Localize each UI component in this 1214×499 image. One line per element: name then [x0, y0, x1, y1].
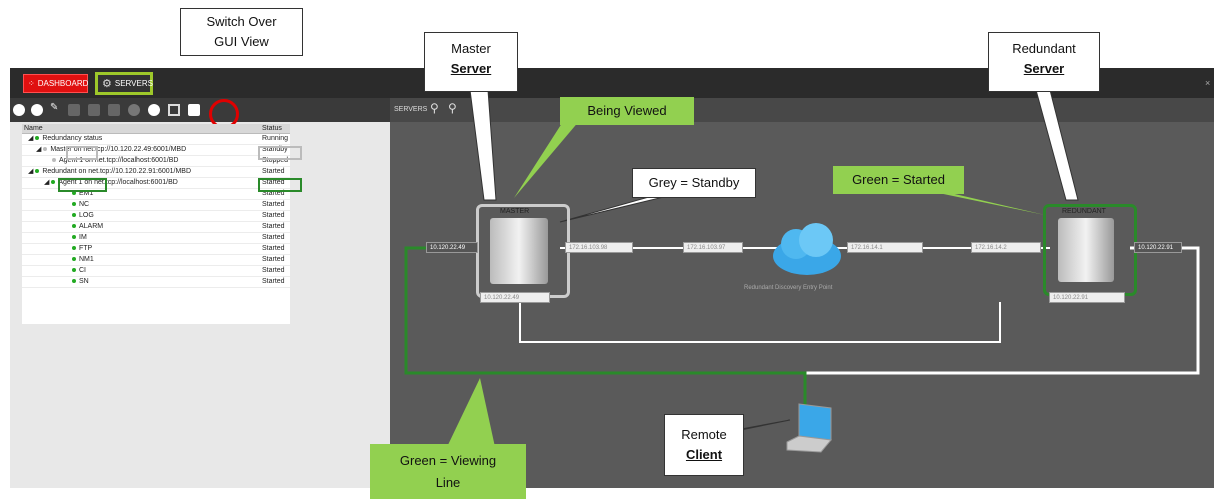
ip-mid-right: 172.16.14.1 — [847, 242, 923, 253]
callout-grey-standby: Grey = Standby — [632, 168, 756, 198]
redundant-server-icon — [1058, 218, 1114, 282]
callout-master-line1: Master — [451, 41, 491, 56]
discovery-label: Redundant Discovery Entry Point — [744, 285, 833, 291]
ip-red-right: 10.120.22.91 — [1134, 242, 1182, 253]
callout-switch-over: Switch Over GUI View — [180, 8, 303, 56]
callout-redundant-line2: Server — [1023, 61, 1065, 76]
laptop-icon — [786, 403, 832, 453]
ip-mid-left: 172.16.103.97 — [683, 242, 743, 253]
callout-green-viewing-line: Green = Viewing Line — [370, 444, 526, 499]
ip-master-left: 10.120.22.49 — [426, 242, 478, 253]
callout-redundant-line1: Redundant — [1012, 41, 1076, 56]
ip-red-left: 172.16.14.2 — [971, 242, 1041, 253]
cloud-icon — [773, 223, 841, 275]
callout-master-server: Master Server — [424, 32, 518, 92]
ip-red-below: 10.120.22.91 — [1049, 292, 1125, 303]
callout-remote-line1: Remote — [681, 427, 727, 442]
ip-master-below: 10.120.22.49 — [480, 292, 550, 303]
callout-master-line2: Server — [450, 61, 492, 76]
callout-green-started: Green = Started — [833, 166, 964, 194]
callout-remote-client: Remote Client — [664, 414, 744, 476]
redundant-title: REDUNDANT — [1062, 208, 1106, 215]
master-title: MASTER — [500, 208, 530, 215]
callout-redundant-server: Redundant Server — [988, 32, 1100, 92]
master-server-icon — [490, 218, 548, 284]
callout-remote-line2: Client — [685, 447, 723, 462]
ip-master-right: 172.16.103.98 — [565, 242, 633, 253]
callout-being-viewed: Being Viewed — [560, 97, 694, 125]
